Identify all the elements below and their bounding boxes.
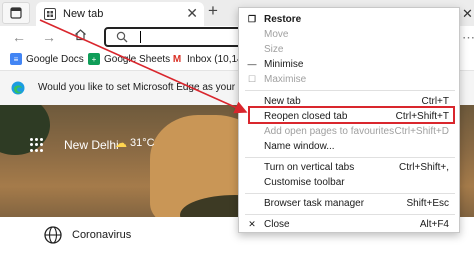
- annotation-highlight-box: [248, 106, 455, 124]
- back-icon[interactable]: ←: [12, 29, 26, 45]
- menu-item-size: Size: [239, 42, 461, 57]
- edge-logo-icon: [11, 81, 25, 95]
- menu-item-move: Move: [239, 27, 461, 42]
- search-icon: [116, 31, 128, 43]
- more-options-icon[interactable]: ⋯: [462, 30, 474, 46]
- restore-icon: ❐: [247, 14, 257, 24]
- close-icon: ✕: [248, 219, 256, 229]
- forward-icon[interactable]: →: [42, 29, 56, 45]
- new-tab-button[interactable]: +: [208, 1, 218, 21]
- favourite-google-sheets[interactable]: + Google Sheets: [88, 53, 170, 65]
- menu-item-close[interactable]: ✕ Close Alt+F4: [239, 217, 461, 232]
- favourite-google-docs[interactable]: ≡ Google Docs: [10, 53, 84, 65]
- menu-item-shortcut: Shift+Esc: [406, 198, 449, 209]
- menu-item-label: Turn on vertical tabs: [264, 162, 355, 173]
- menu-item-label: Name window...: [264, 141, 335, 152]
- weather-sun-cloud-icon: ☁: [115, 136, 127, 150]
- minimise-icon: —: [247, 59, 257, 69]
- menu-item-label: Move: [264, 29, 289, 40]
- menu-separator: [245, 157, 455, 158]
- menu-item-label: Restore: [264, 14, 302, 25]
- favourite-label: Google Sheets: [104, 53, 171, 65]
- tab-actions-button[interactable]: [2, 2, 30, 24]
- menu-item-label: Size: [264, 44, 284, 55]
- home-icon[interactable]: [74, 28, 87, 44]
- menu-item-name-window[interactable]: Name window...: [239, 139, 461, 154]
- menu-item-minimise[interactable]: — Minimise: [239, 57, 461, 72]
- favourite-gmail-inbox[interactable]: M Inbox (10,148: [171, 53, 248, 65]
- text-caret: [140, 31, 141, 43]
- menu-item-add-open-pages-to-favourites: Add open pages to favourites Ctrl+Shift+…: [239, 124, 461, 139]
- menu-item-label: Add open pages to favourites: [264, 126, 395, 137]
- menu-item-shortcut: Ctrl+Shift+,: [398, 162, 449, 173]
- menu-separator: [245, 214, 455, 215]
- apps-grid-icon[interactable]: [30, 138, 44, 152]
- new-tab-page-icon: [44, 8, 56, 20]
- menu-item-label: Minimise: [264, 59, 304, 70]
- maximise-icon: ☐: [247, 74, 257, 84]
- gmail-icon: M: [171, 53, 183, 65]
- tab-title: New tab: [63, 8, 104, 20]
- close-window-icon[interactable]: ✕: [462, 6, 473, 22]
- tab-close-icon[interactable]: ✕: [186, 5, 198, 22]
- menu-item-maximise: ☐ Maximise: [239, 72, 461, 87]
- address-bar[interactable]: [104, 27, 254, 47]
- menu-item-shortcut: Ctrl+Shift+D: [394, 126, 449, 137]
- menu-separator: [245, 193, 455, 194]
- menu-item-label: Customise toolbar: [264, 177, 345, 188]
- google-docs-icon: ≡: [10, 53, 22, 65]
- menu-item-label: Maximise: [264, 74, 307, 85]
- menu-item-vertical-tabs[interactable]: Turn on vertical tabs Ctrl+Shift+,: [239, 160, 461, 175]
- weather-temperature[interactable]: 31°C: [130, 137, 155, 149]
- favourite-label: Google Docs: [26, 53, 84, 65]
- menu-item-browser-task-manager[interactable]: Browser task manager Shift+Esc: [239, 196, 461, 211]
- menu-item-shortcut: Alt+F4: [419, 219, 449, 230]
- google-sheets-icon: +: [88, 53, 100, 65]
- menu-separator: [245, 90, 455, 91]
- menu-item-label: Browser task manager: [264, 198, 365, 209]
- infobar-message: Would you like to set Microsoft Edge as …: [38, 82, 258, 93]
- weather-city[interactable]: New Delhi: [64, 138, 119, 152]
- globe-icon: [44, 226, 62, 244]
- news-topic-label: Coronavirus: [72, 229, 132, 241]
- menu-item-label: Close: [264, 219, 290, 230]
- menu-item-restore[interactable]: ❐ Restore: [239, 12, 461, 27]
- active-tab[interactable]: New tab ✕: [36, 2, 204, 26]
- menu-item-customise-toolbar[interactable]: Customise toolbar: [239, 175, 461, 190]
- tab-actions-icon: [10, 7, 22, 19]
